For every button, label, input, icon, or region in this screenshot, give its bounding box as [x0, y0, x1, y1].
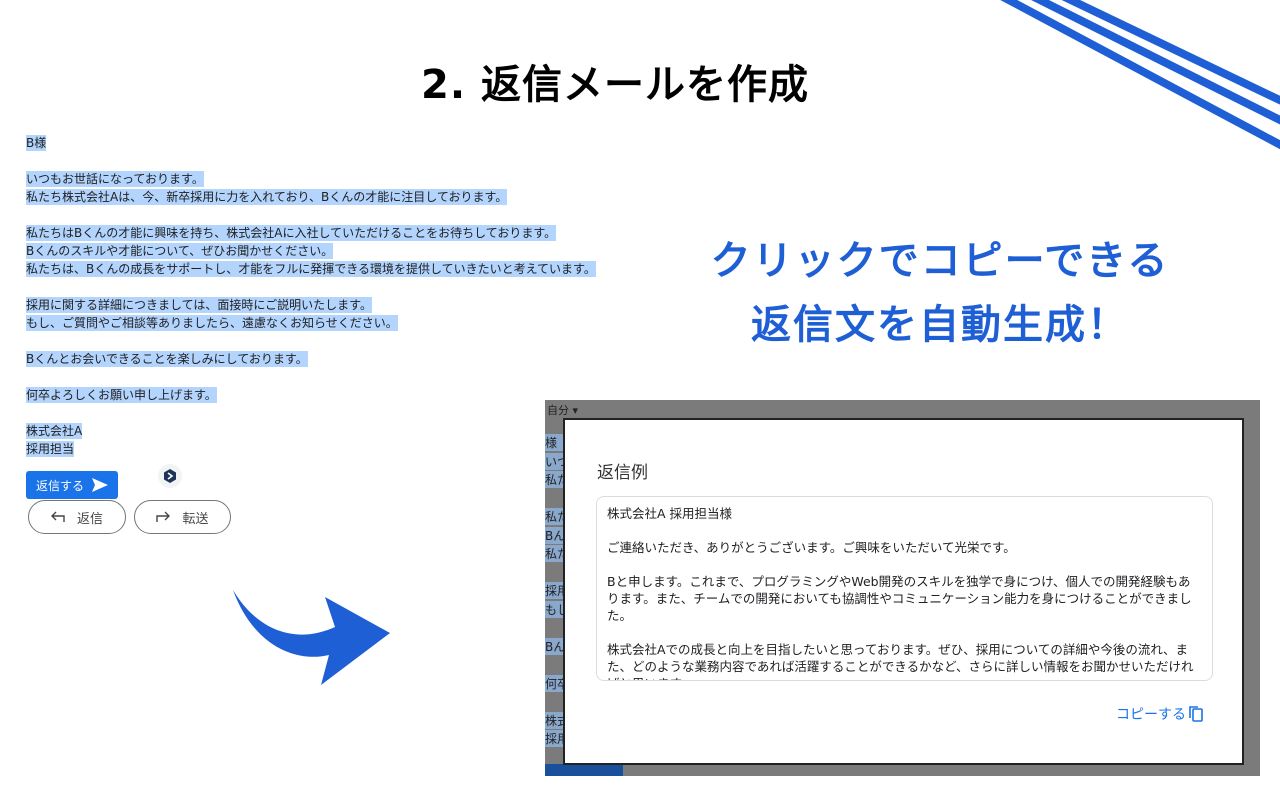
forward-arrow-icon [156, 511, 171, 522]
forward-pill-label: 転送 [182, 511, 209, 527]
behind-fragment: Bん [545, 526, 565, 544]
behind-reply-button [545, 764, 623, 776]
behind-fragment: 採用に [545, 582, 565, 599]
reply-paragraph: 株式会社Aでの成長と向上を目指したいと思っております。ぜひ、採用についての詳細や… [607, 642, 1194, 680]
behind-fragment: いつ [545, 452, 565, 470]
email-line: 私たち株式会社Aは、今、新卒採用に力を入れており、Bくんの才能に注目しております… [26, 188, 626, 206]
reply-arrow-icon [50, 511, 65, 522]
email-line: 何卒よろしくお願い申し上げます。 [26, 386, 626, 404]
email-blank-line [26, 332, 626, 350]
behind-fragment: 様 [545, 434, 565, 451]
email-line-text: Bくんとお会いできることを楽しみにしております。 [26, 351, 308, 367]
email-blank-line [26, 152, 626, 170]
tagline-line-1: クリックでコピーできる [710, 238, 1170, 284]
email-line-text: 採用に関する詳細につきましては、面接時にご説明いたします。 [26, 297, 372, 313]
reply-example-modal: 返信例 株式会社A 採用担当様ご連絡いただき、ありがとうございます。ご興味をいた… [563, 418, 1244, 765]
behind-fragment: 株式会 [545, 711, 565, 729]
page-title: 2. 返信メールを作成 [421, 62, 809, 108]
behind-email-strip: 様いつ私た私たBん私た採用にもし、Bん何卒よ株式会採用担 [545, 424, 565, 776]
reply-button-label: 返信する [35, 478, 84, 493]
reply-pill-label: 返信 [76, 511, 103, 527]
email-line: Bくんのスキルや才能について、ぜひお聞かせください。 [26, 242, 626, 260]
extension-logo-icon[interactable] [158, 464, 182, 488]
behind-fragment: 私た [545, 508, 565, 525]
behind-fragment: Bん [545, 637, 565, 655]
behind-fragment: 何卒よ [545, 674, 565, 692]
behind-fragment: 採用担 [545, 730, 565, 747]
email-blank-line [26, 368, 626, 386]
email-line-text: 私たちは、Bくんの成長をサポートし、才能をフルに発揮できる環境を提供していきたい… [26, 261, 596, 277]
email-line-text: 私たち株式会社Aは、今、新卒採用に力を入れており、Bくんの才能に注目しております… [26, 189, 508, 205]
email-line: 採用担当 [26, 440, 626, 458]
behind-sender-label: 自分 ▾ [547, 404, 579, 417]
behind-fragment: もし、 [545, 600, 565, 618]
reply-paragraph: 株式会社A 採用担当様 [607, 506, 733, 521]
copy-button[interactable]: コピーする [1116, 704, 1204, 724]
copy-icon [1189, 706, 1203, 722]
email-line: 私たちは、Bくんの成長をサポートし、才能をフルに発揮できる環境を提供していきたい… [26, 260, 626, 278]
email-line-text: Bくんのスキルや才能について、ぜひお聞かせください。 [26, 243, 334, 259]
email-line: 採用に関する詳細につきましては、面接時にご説明いたします。 [26, 296, 626, 314]
curved-arrow-icon [233, 590, 390, 685]
email-line: もし、ご質問やご相談等ありましたら、遠慮なくお知らせください。 [26, 314, 626, 332]
email-line-text: 採用担当 [26, 441, 75, 457]
email-line-text: 株式会社A [26, 423, 83, 439]
email-line-text: 何卒よろしくお願い申し上げます。 [26, 387, 217, 403]
email-blank-line [26, 404, 626, 422]
email-line-text: B様 [26, 135, 47, 151]
email-line-text: 私たちはBくんの才能に興味を持ち、株式会社Aに入社していただけることをお待ちして… [26, 225, 557, 241]
email-line: 株式会社A [26, 422, 626, 440]
modal-title: 返信例 [597, 463, 648, 483]
email-body: B様いつもお世話になっております。私たち株式会社Aは、今、新卒採用に力を入れてお… [26, 134, 626, 458]
forward-pill-button[interactable]: 転送 [134, 500, 231, 534]
reply-paragraph: Bと申します。これまで、プログラミングやWeb開発のスキルを独学で身につけ、個人… [607, 574, 1192, 623]
behind-fragment: 私た [545, 471, 565, 488]
behind-fragment: 私た [545, 545, 565, 562]
reply-paragraph: ご連絡いただき、ありがとうございます。ご興味をいただいて光栄です。 [607, 540, 1016, 555]
email-line-text: もし、ご質問やご相談等ありましたら、遠慮なくお知らせください。 [26, 315, 398, 331]
reply-button[interactable]: 返信する [26, 471, 118, 499]
reply-textarea[interactable]: 株式会社A 採用担当様ご連絡いただき、ありがとうございます。ご興味をいただいて光… [596, 496, 1213, 681]
email-line: B様 [26, 134, 626, 152]
copy-button-label: コピーする [1116, 707, 1186, 723]
tagline-line-2: 返信文を自動生成！ [751, 302, 1129, 348]
email-line: Bくんとお会いできることを楽しみにしております。 [26, 350, 626, 368]
email-line: いつもお世話になっております。 [26, 170, 626, 188]
email-blank-line [26, 206, 626, 224]
email-blank-line [26, 278, 626, 296]
email-line: 私たちはBくんの才能に興味を持ち、株式会社Aに入社していただけることをお待ちして… [26, 224, 626, 242]
send-icon [92, 478, 108, 492]
email-line-text: いつもお世話になっております。 [26, 171, 204, 187]
reply-pill-button[interactable]: 返信 [28, 500, 126, 534]
